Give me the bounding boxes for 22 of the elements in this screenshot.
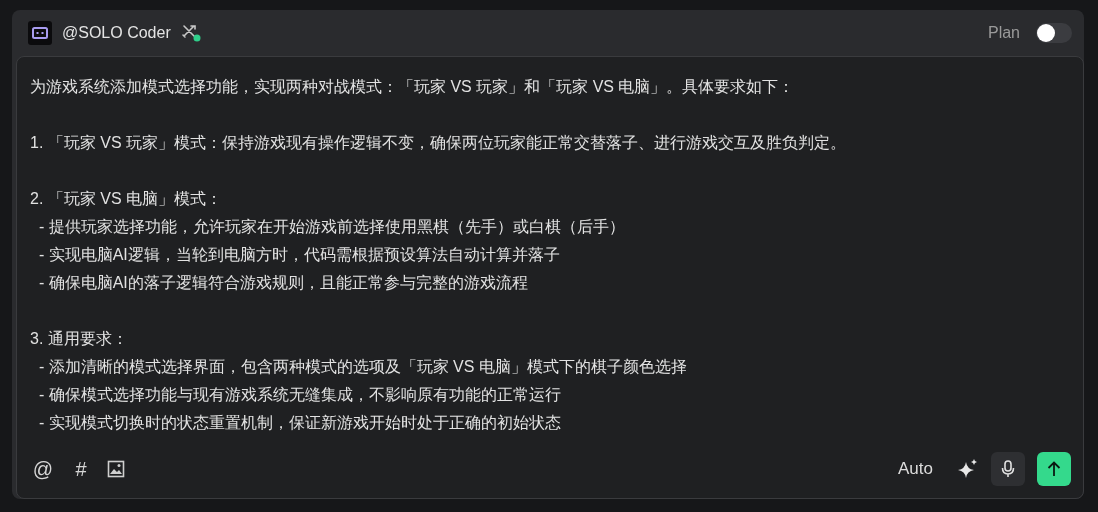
prompt-text-line: - 添加清晰的模式选择界面，包含两种模式的选项及「玩家 VS 电脑」模式下的棋子颜色选择: [37, 357, 688, 377]
plan-label: Plan: [987, 24, 1020, 42]
topic-button[interactable]: #: [69, 457, 93, 481]
microphone-button[interactable]: [991, 452, 1025, 486]
image-icon[interactable]: [107, 460, 125, 478]
mode-button[interactable]: Auto: [898, 459, 933, 479]
prompt-text-line: - 确保模式选择功能与现有游戏系统无缝集成，不影响原有功能的正常运行: [37, 385, 562, 405]
plan-toggle[interactable]: [1036, 23, 1072, 43]
agent-name[interactable]: @SOLO Coder: [62, 24, 171, 42]
send-button[interactable]: [1037, 452, 1071, 486]
prompt-text-line: - 确保电脑AI的落子逻辑符合游戏规则，且能正常参与完整的游戏流程: [37, 273, 529, 293]
prompt-text-line: 1. 「玩家 VS 玩家」模式：保持游戏现有操作逻辑不变，确保两位玩家能正常交替落子、进行游戏交互及胜负判定。: [30, 133, 848, 153]
microphone-icon: [1001, 460, 1015, 478]
prompt-text-line: - 实现模式切换时的状态重置机制，保证新游戏开始时处于正确的初始状态: [37, 413, 562, 433]
prompt-text-line: - 提供玩家选择功能，允许玩家在开始游戏前选择使用黑棋（先手）或白棋（后手）: [37, 217, 626, 237]
mention-button[interactable]: @: [31, 457, 55, 481]
prompt-text-line: - 实现电脑AI逻辑，当轮到电脑方时，代码需根据预设算法自动计算并落子: [37, 245, 561, 265]
robot-logo-icon: [28, 21, 52, 45]
prompt-text-line: 2. 「玩家 VS 电脑」模式：: [30, 189, 224, 209]
prompt-text-line: 3. 通用要求：: [30, 329, 129, 349]
arrow-up-icon: [1046, 460, 1062, 478]
prompt-text-line: 为游戏系统添加模式选择功能，实现两种对战模式：「玩家 VS 玩家」和「玩家 VS 电脑」。具体要求如下：: [30, 77, 796, 97]
